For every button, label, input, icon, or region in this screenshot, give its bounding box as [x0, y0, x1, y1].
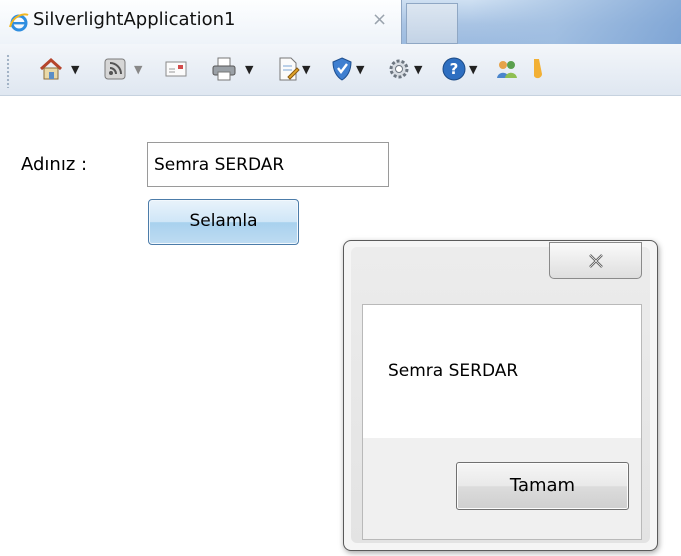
dialog-close-button[interactable]	[549, 242, 642, 279]
browser-tab[interactable]: SilverlightApplication1 ×	[0, 0, 402, 44]
message-box-dialog: Semra SERDAR Tamam	[343, 240, 658, 551]
safety-button[interactable]: ▼	[330, 56, 364, 82]
feeds-icon	[104, 58, 126, 80]
dialog-client-area: Semra SERDAR Tamam	[362, 304, 642, 540]
home-button[interactable]: ▼	[38, 56, 79, 82]
ok-button[interactable]: Tamam	[456, 462, 629, 510]
home-icon	[39, 57, 63, 80]
name-label: Adınız :	[21, 154, 88, 175]
tab-title: SilverlightApplication1	[33, 9, 236, 30]
greet-button[interactable]: Selamla	[148, 199, 299, 245]
tools-button[interactable]: ▼	[386, 56, 422, 82]
print-button[interactable]: ▼	[210, 56, 253, 82]
greet-button-label: Selamla	[189, 211, 258, 231]
help-button[interactable]: ? ▼	[441, 56, 477, 82]
read-mail-button[interactable]	[164, 56, 188, 82]
new-tab-button[interactable]	[406, 3, 458, 44]
ok-button-label: Tamam	[509, 475, 576, 496]
name-input[interactable]	[147, 142, 389, 187]
read-mail-icon	[165, 61, 187, 77]
tools-icon	[389, 59, 409, 79]
close-icon	[588, 253, 603, 268]
ie-logo-icon	[9, 12, 29, 32]
research-icon	[497, 61, 517, 78]
page-icon	[279, 57, 300, 81]
command-bar: ▼ ▼ ▼ ▼ ▼ ▼ ? ▼	[0, 44, 681, 96]
svg-text:?: ?	[450, 60, 459, 78]
print-icon	[212, 57, 236, 81]
research-button[interactable]	[494, 56, 520, 82]
message-text: Semra SERDAR	[388, 361, 519, 381]
overflow-toolbar-icon[interactable]	[530, 56, 550, 82]
safety-icon	[332, 57, 352, 81]
page-button[interactable]: ▼	[276, 56, 310, 82]
dialog-content: Semra SERDAR	[363, 305, 641, 438]
tab-close-icon[interactable]: ×	[372, 9, 387, 30]
feeds-button[interactable]: ▼	[103, 56, 142, 82]
toolbar-grip[interactable]	[6, 54, 10, 88]
help-icon: ?	[442, 57, 466, 81]
